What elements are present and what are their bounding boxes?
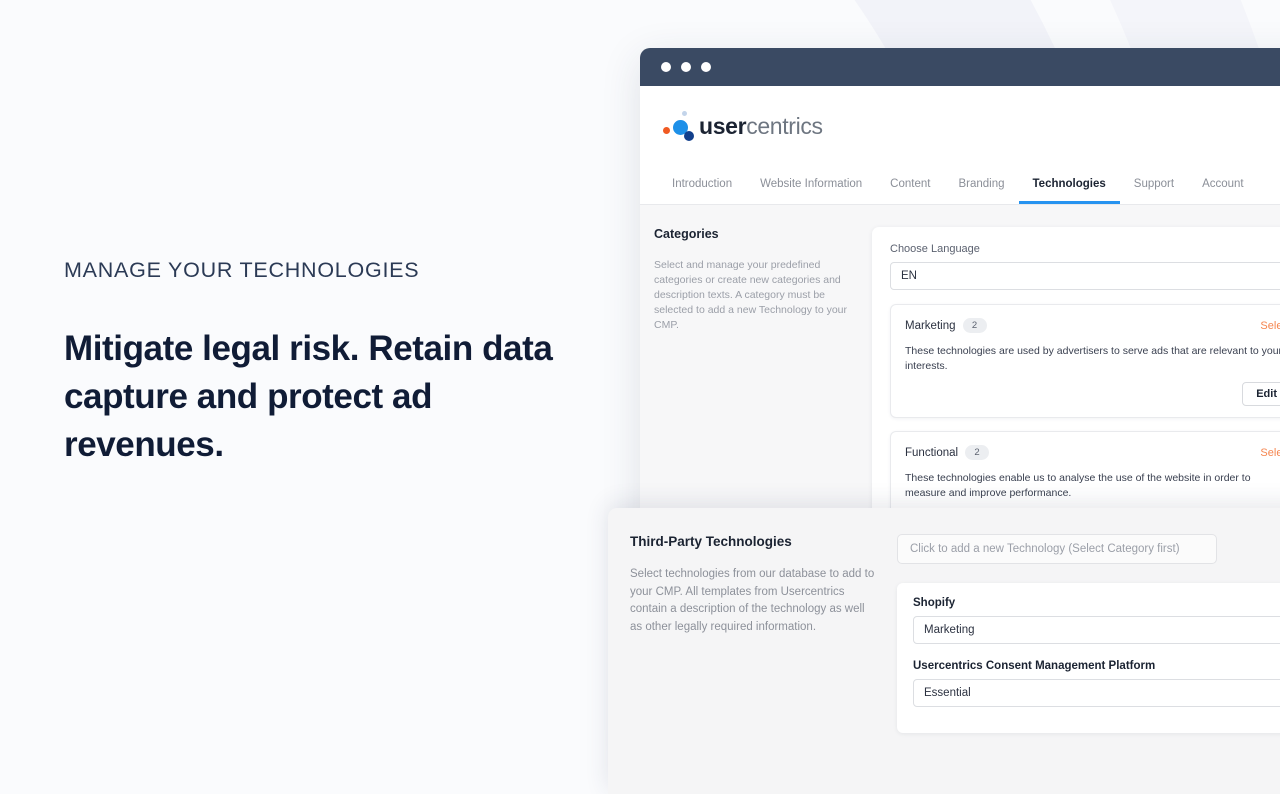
category-description: These technologies enable us to analyse … bbox=[905, 472, 1251, 499]
add-technology-input[interactable]: Click to add a new Technology (Select Ca… bbox=[897, 534, 1217, 564]
category-description: These technologies are used by advertise… bbox=[905, 345, 1280, 372]
category-name-group: Marketing 2 bbox=[905, 318, 987, 333]
category-edit-button[interactable]: Edit bbox=[1242, 382, 1280, 406]
tab-content[interactable]: Content bbox=[876, 178, 944, 205]
hero-headline: Mitigate legal risk. Retain data capture… bbox=[64, 329, 553, 464]
technology-name: Usercentrics Consent Management Platform bbox=[913, 660, 1156, 672]
logo-dot-navy-icon bbox=[684, 131, 694, 141]
technology-category-select[interactable]: Marketing bbox=[913, 616, 1280, 644]
category-actions: Edit bbox=[905, 382, 1280, 406]
logo-dots-icon bbox=[660, 109, 700, 143]
category-card-header: Functional 2 Select bbox=[905, 445, 1280, 460]
technology-name: Shopify bbox=[913, 597, 956, 609]
categories-description: Select and manage your predefined catego… bbox=[654, 259, 848, 331]
logo-dot-pale-icon bbox=[682, 111, 687, 116]
technology-row: Usercentrics Consent Management Platform… bbox=[913, 660, 1280, 707]
logo-wordmark-bold: user bbox=[699, 112, 747, 139]
tab-account[interactable]: Account bbox=[1188, 178, 1258, 205]
tab-website-information[interactable]: Website Information bbox=[746, 178, 876, 205]
window-minimize-dot-icon[interactable] bbox=[681, 62, 691, 72]
category-card-header: Marketing 2 Select bbox=[905, 318, 1280, 333]
language-select[interactable]: EN bbox=[890, 262, 1280, 290]
category-count-badge: 2 bbox=[962, 318, 987, 333]
category-name-group: Functional 2 bbox=[905, 445, 990, 460]
tab-introduction[interactable]: Introduction bbox=[658, 178, 746, 205]
logo-dot-orange-icon bbox=[663, 127, 670, 134]
main-navigation-tabs: Introduction Website Information Content… bbox=[640, 166, 1280, 205]
technology-category-select[interactable]: Essential bbox=[913, 679, 1280, 707]
technology-list-card: Shopify Marketing Usercentrics Consent M… bbox=[897, 583, 1280, 733]
category-select-link[interactable]: Select bbox=[1260, 447, 1280, 459]
tab-branding[interactable]: Branding bbox=[944, 178, 1018, 205]
hero-copy: MANAGE YOUR TECHNOLOGIES Mitigate legal … bbox=[64, 258, 584, 469]
categories-title: Categories bbox=[654, 227, 719, 241]
app-header: usercentrics bbox=[640, 86, 1280, 166]
usercentrics-logo[interactable]: usercentrics bbox=[660, 109, 823, 143]
logo-wordmark-light: centrics bbox=[746, 112, 823, 139]
third-party-title: Third-Party Technologies bbox=[630, 534, 792, 549]
window-maximize-dot-icon[interactable] bbox=[701, 62, 711, 72]
hero-eyebrow: MANAGE YOUR TECHNOLOGIES bbox=[64, 258, 420, 282]
category-card-marketing: Marketing 2 Select These technologies ar… bbox=[890, 304, 1280, 418]
window-close-dot-icon[interactable] bbox=[661, 62, 671, 72]
third-party-description: Select technologies from our database to… bbox=[630, 568, 875, 633]
language-select-value: EN bbox=[901, 270, 917, 282]
third-party-main: Click to add a new Technology (Select Ca… bbox=[897, 534, 1280, 794]
tab-technologies[interactable]: Technologies bbox=[1018, 178, 1120, 204]
third-party-technologies-panel: Third-Party Technologies Select technolo… bbox=[608, 508, 1280, 794]
category-name: Functional bbox=[905, 446, 959, 459]
third-party-sidebar: Third-Party Technologies Select technolo… bbox=[608, 534, 897, 794]
category-count-badge: 2 bbox=[965, 445, 990, 460]
tab-support[interactable]: Support bbox=[1120, 178, 1188, 205]
category-name: Marketing bbox=[905, 319, 956, 332]
logo-wordmark: usercentrics bbox=[699, 113, 823, 140]
browser-titlebar bbox=[640, 48, 1280, 86]
category-select-link[interactable]: Select bbox=[1260, 320, 1280, 332]
choose-language-label: Choose Language bbox=[890, 243, 980, 255]
technology-row: Shopify Marketing bbox=[913, 597, 1280, 644]
